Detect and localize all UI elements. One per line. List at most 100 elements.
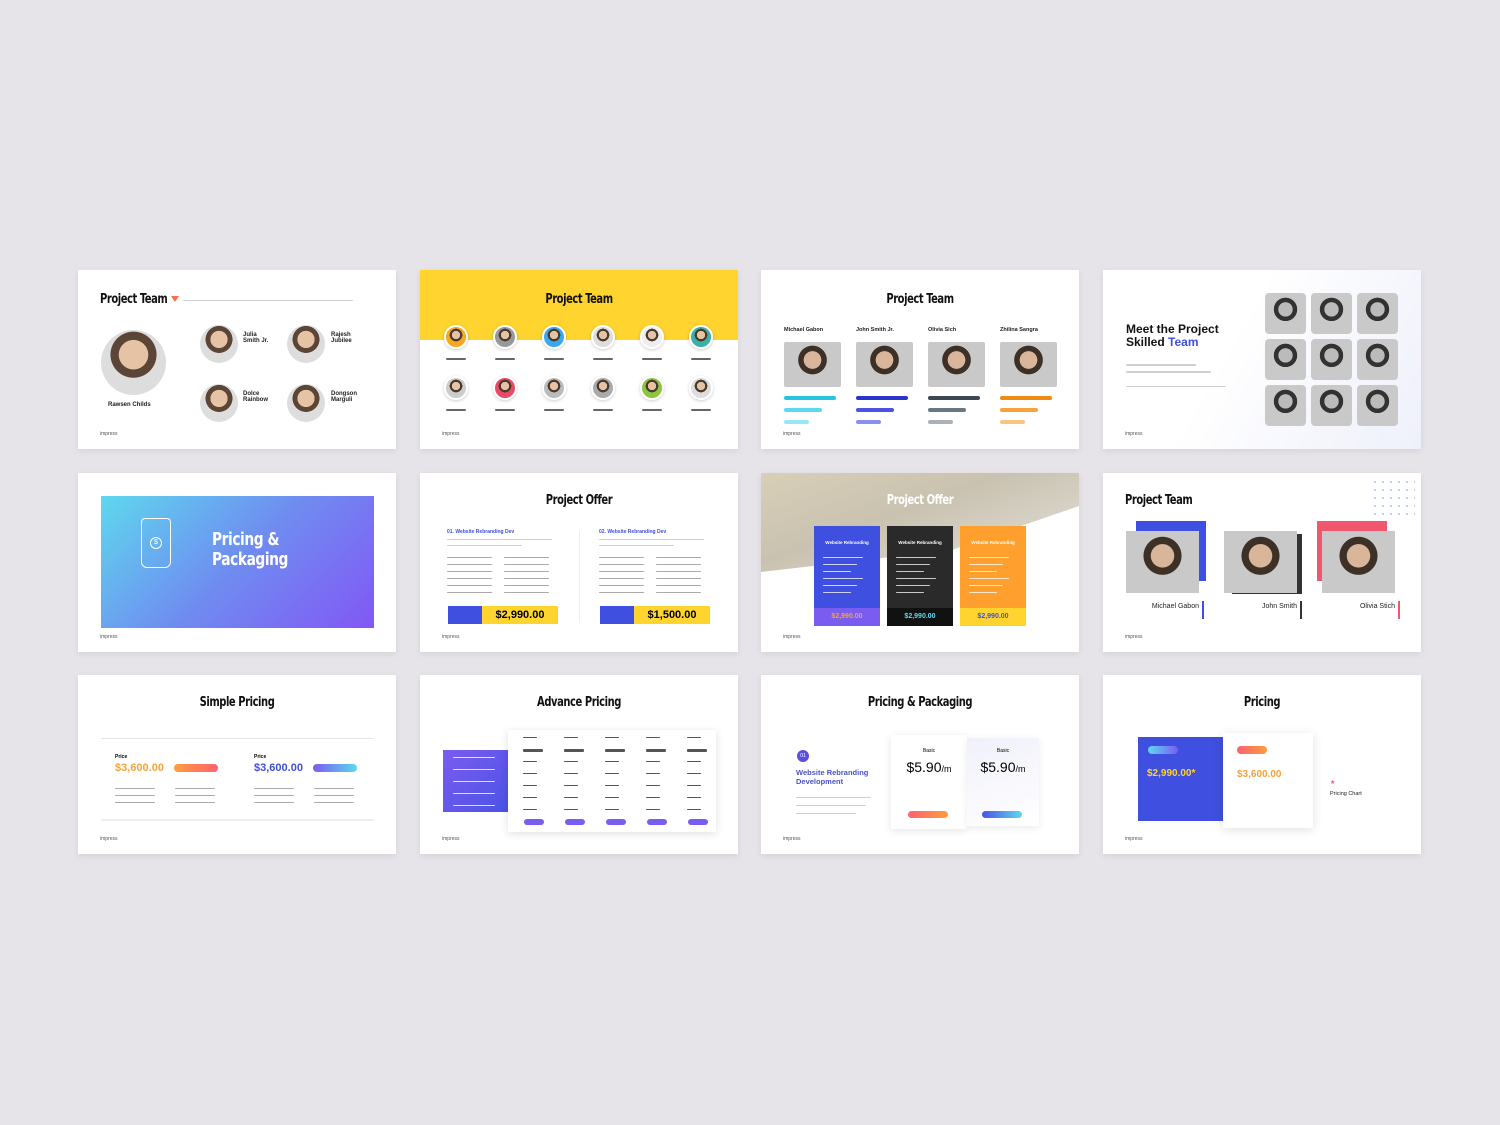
star-icon: ★ — [1330, 780, 1336, 786]
feature-item — [599, 571, 644, 572]
feature-item — [823, 585, 857, 586]
table-cell — [523, 785, 537, 786]
table-cell — [687, 773, 701, 774]
price-label: Price — [115, 754, 128, 760]
text-line — [447, 545, 522, 546]
feature-item — [254, 795, 294, 796]
table-cell — [687, 809, 701, 810]
table-cell — [687, 749, 707, 752]
slide-title: Project Team — [545, 292, 613, 307]
select-button[interactable] — [647, 819, 667, 825]
table-cell — [687, 785, 701, 786]
feature-item — [823, 564, 857, 565]
slide-meet-team[interactable]: Meet the Project Skilled Team impress — [1103, 270, 1421, 449]
slide-project-team-3[interactable]: Project Team Michael Gabon John Smith Jr.… — [761, 270, 1079, 449]
feature-item — [896, 571, 924, 572]
offer-card: Website Rebranding $2,990.00 — [887, 526, 953, 626]
select-button[interactable] — [908, 811, 948, 818]
slide-title: Pricing & — [212, 529, 280, 550]
slide-project-offer-1[interactable]: Project Offer 01. Website Rebranding Dev… — [420, 473, 738, 652]
select-button[interactable] — [565, 819, 585, 825]
member-name: Rawsen Childs — [108, 402, 151, 408]
slide-advance-pricing[interactable]: Advance Pricing impress — [420, 675, 738, 854]
select-button[interactable] — [524, 819, 544, 825]
member-name-line — [691, 409, 711, 411]
feature-item — [115, 795, 155, 796]
avatar — [689, 325, 713, 349]
feature-item — [823, 571, 851, 572]
select-button[interactable] — [982, 811, 1022, 818]
slide-pricing-section[interactable]: $ Pricing & Packaging impress — [78, 473, 396, 652]
feature-item — [969, 578, 1009, 579]
avatar — [287, 384, 325, 422]
select-button[interactable] — [688, 819, 708, 825]
feature-item — [969, 592, 997, 593]
member-name: Olivia Sich — [928, 327, 957, 333]
feature-item — [896, 585, 930, 586]
member-photo — [1322, 531, 1395, 593]
text-line — [447, 539, 552, 540]
avatar — [591, 376, 615, 400]
order-button[interactable] — [313, 764, 357, 772]
slide-title-line2: Packaging — [212, 549, 288, 570]
slide-title: Project Team — [886, 292, 954, 307]
skill-bar — [928, 408, 966, 412]
order-button[interactable] — [174, 764, 218, 772]
slide-project-offer-2[interactable]: Project Offer Website Rebranding $2,990.0… — [761, 473, 1079, 652]
member-name-line — [544, 358, 564, 360]
slide-title: Project Offer — [886, 493, 954, 508]
step-badge: 01 — [797, 750, 809, 762]
avatar — [444, 325, 468, 349]
avatar — [542, 376, 566, 400]
slide-simple-pricing[interactable]: Simple Pricing Price $3,600.00 Price $3,… — [78, 675, 396, 854]
feature-item — [896, 592, 924, 593]
footer-brand: impress — [442, 634, 460, 640]
slide-title: Project Offer — [545, 493, 613, 508]
feature-item — [175, 802, 215, 803]
feature-item — [447, 571, 492, 572]
slide-project-team-1[interactable]: Project Team Rawsen Childs Julia Smith J… — [78, 270, 396, 449]
table-cell — [605, 797, 619, 798]
text-line — [1126, 386, 1226, 387]
feature-item — [254, 802, 294, 803]
price-tag-dollar-icon: $ — [141, 518, 171, 568]
feature-item — [969, 571, 997, 572]
slide-title: Meet the Project — [1126, 322, 1219, 336]
member-name-line — [446, 409, 466, 411]
table-cell — [523, 797, 537, 798]
feature-item — [314, 795, 354, 796]
note-title: Pricing Chart — [1330, 791, 1362, 797]
avatar — [200, 384, 238, 422]
dot-pattern — [1371, 478, 1415, 516]
table-cell — [605, 749, 625, 752]
offer-card-title: Website Rebranding — [825, 540, 869, 545]
skill-bar — [784, 396, 836, 400]
member-name-line — [593, 409, 613, 411]
slide-project-team-2[interactable]: Project Team impress — [420, 270, 738, 449]
feature-item — [175, 795, 215, 796]
triangle-icon — [171, 296, 179, 302]
skill-bar — [856, 408, 894, 412]
table-cell — [605, 761, 619, 762]
feature-item — [447, 592, 492, 593]
divider — [183, 300, 353, 301]
select-button[interactable] — [606, 819, 626, 825]
plan-card: Basic $5.90/m — [967, 738, 1039, 826]
feature-item — [504, 592, 549, 593]
table-cell — [564, 761, 578, 762]
plan-card-featured: $2,990.00* — [1138, 737, 1223, 821]
accent-line — [1398, 601, 1400, 619]
member-name-line — [642, 409, 662, 411]
text-line — [1126, 371, 1211, 373]
divider — [101, 819, 374, 821]
member-name: Michael Gabon — [784, 327, 824, 333]
member-name: Julia Smith Jr. — [243, 332, 269, 344]
slide-project-team-4[interactable]: Project Team Michael Gabon John Smith Oliv… — [1103, 473, 1421, 652]
skill-bar — [784, 408, 822, 412]
slide-pricing-packaging[interactable]: Pricing & Packaging 01 Website Rebrandin… — [761, 675, 1079, 854]
table-cell — [523, 761, 537, 762]
table-cell — [605, 773, 619, 774]
slide-pricing[interactable]: Pricing $2,990.00* $3,600.00 ★ Pricing C… — [1103, 675, 1421, 854]
accent-line — [1300, 601, 1302, 619]
avatar — [287, 325, 325, 363]
